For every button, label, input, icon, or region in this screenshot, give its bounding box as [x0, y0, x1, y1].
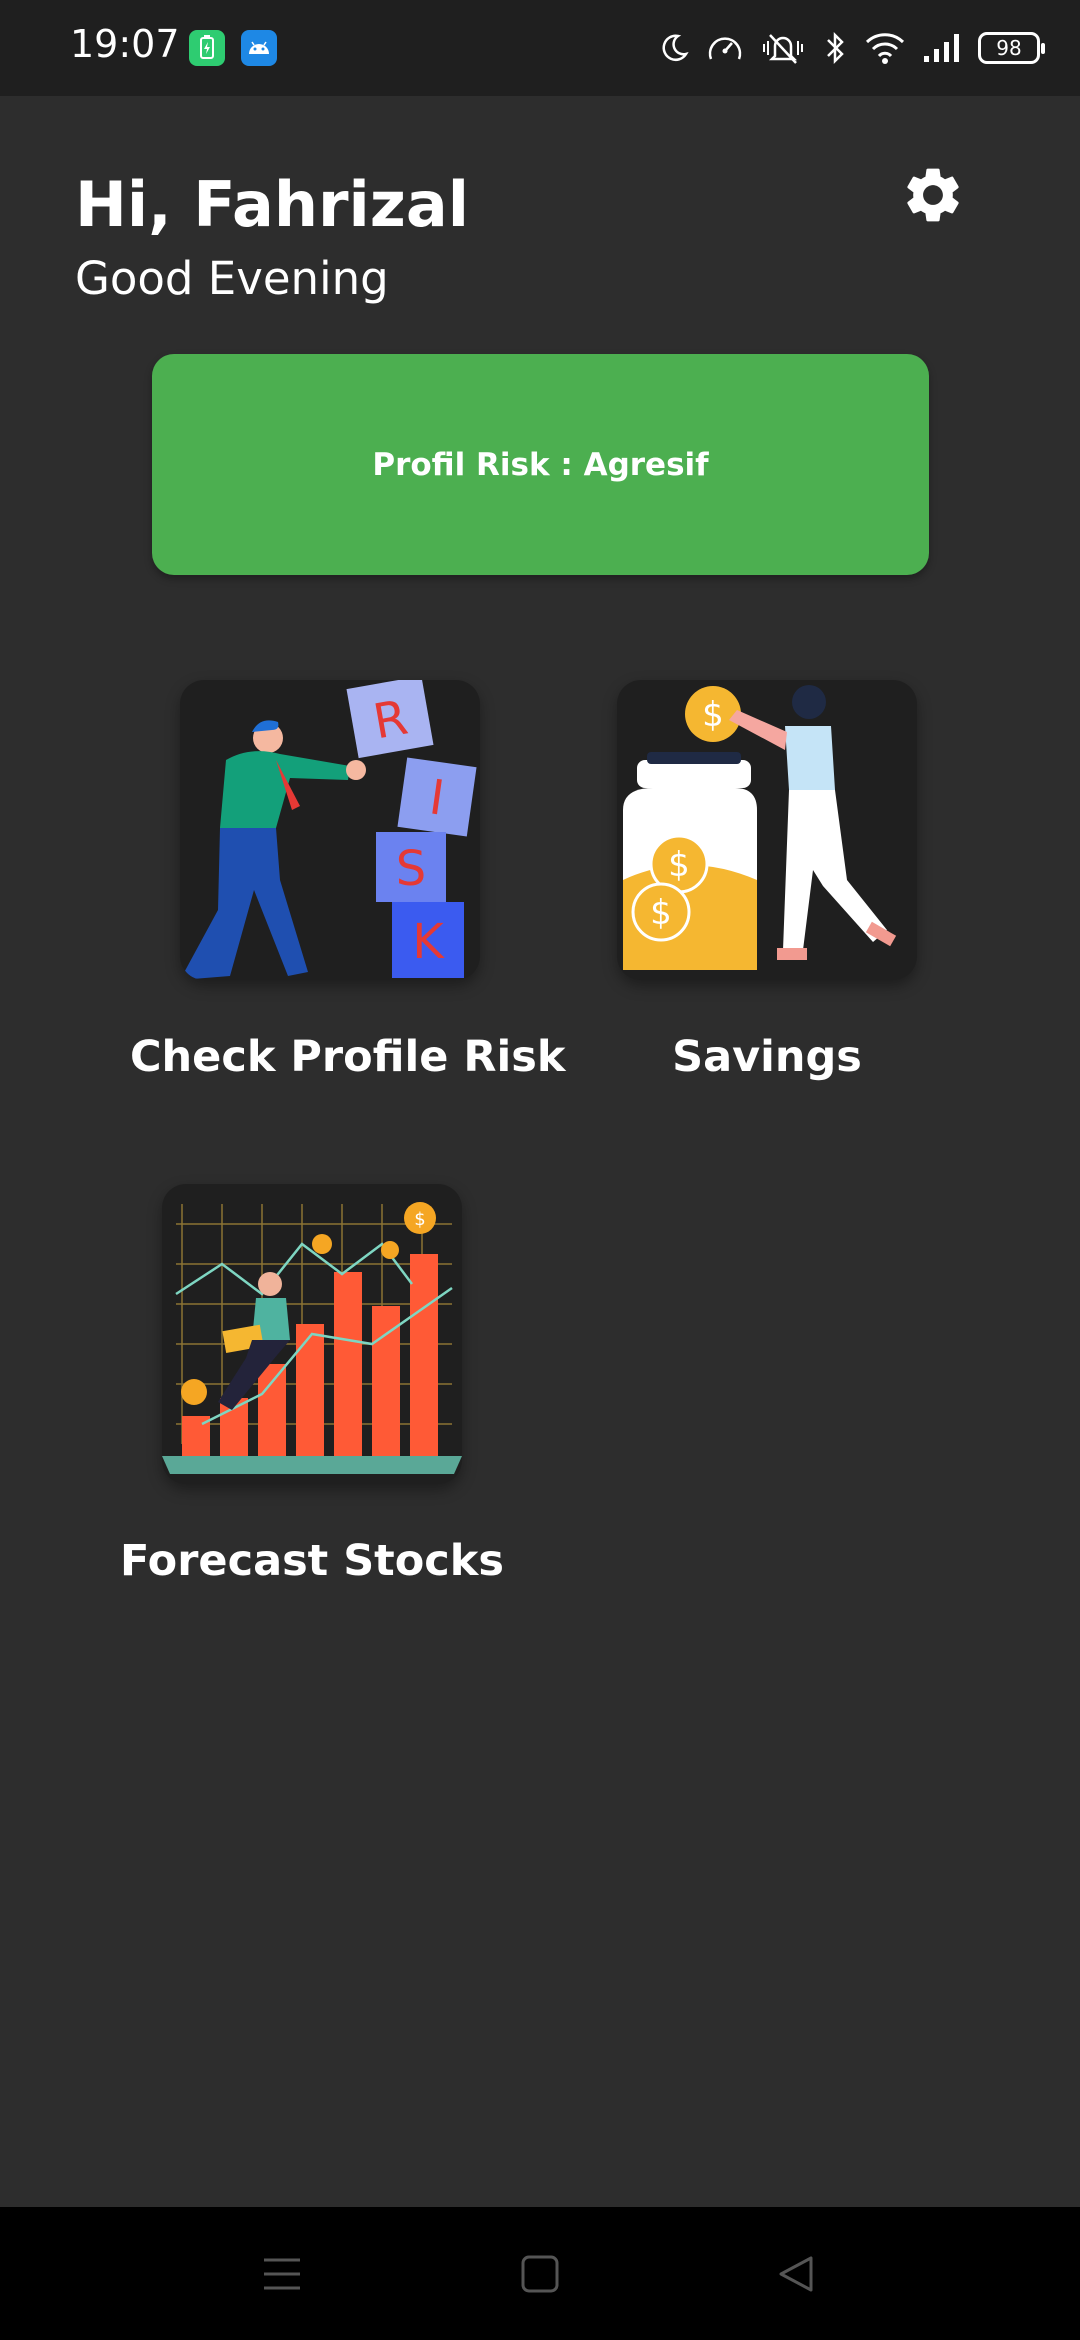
svg-text:$: $	[702, 695, 724, 735]
mute-icon	[763, 34, 803, 64]
android-app-icon	[241, 30, 277, 66]
bluetooth-icon	[827, 31, 844, 65]
profile-risk-label: Profil Risk : Agresif	[372, 446, 709, 483]
stock-chart-illustration: $	[162, 1184, 462, 1484]
svg-text:S: S	[396, 841, 426, 897]
battery-saver-app-icon	[189, 30, 225, 66]
svg-text:$: $	[668, 845, 690, 885]
home-icon[interactable]	[505, 2239, 575, 2309]
check-profile-risk-label: Check Profile Risk	[130, 1032, 566, 1082]
greeting-title: Hi, Fahrizal	[75, 168, 469, 241]
gear-icon[interactable]	[900, 162, 966, 228]
svg-text:$: $	[650, 893, 672, 933]
status-time: 19:07	[70, 22, 180, 66]
risk-blocks-illustration: R I S K	[180, 680, 480, 980]
menu-icon[interactable]	[247, 2239, 317, 2309]
svg-text:$: $	[414, 1209, 425, 1230]
wifi-icon	[865, 33, 905, 64]
greeting-subtitle: Good Evening	[75, 252, 389, 305]
speedometer-icon	[708, 37, 742, 60]
navigation-bar	[0, 2207, 1080, 2340]
savings-jar-illustration: $ $ $	[617, 680, 917, 980]
savings-label: Savings	[672, 1032, 862, 1082]
moon-icon	[662, 34, 689, 61]
profile-risk-banner[interactable]: Profil Risk : Agresif	[152, 354, 929, 575]
status-bar: 19:07 98	[0, 0, 1080, 96]
signal-icon	[924, 34, 959, 62]
svg-text:K: K	[412, 914, 445, 970]
back-icon[interactable]	[762, 2239, 832, 2309]
forecast-stocks-label: Forecast Stocks	[120, 1536, 504, 1586]
battery-icon: 98	[978, 32, 1045, 64]
